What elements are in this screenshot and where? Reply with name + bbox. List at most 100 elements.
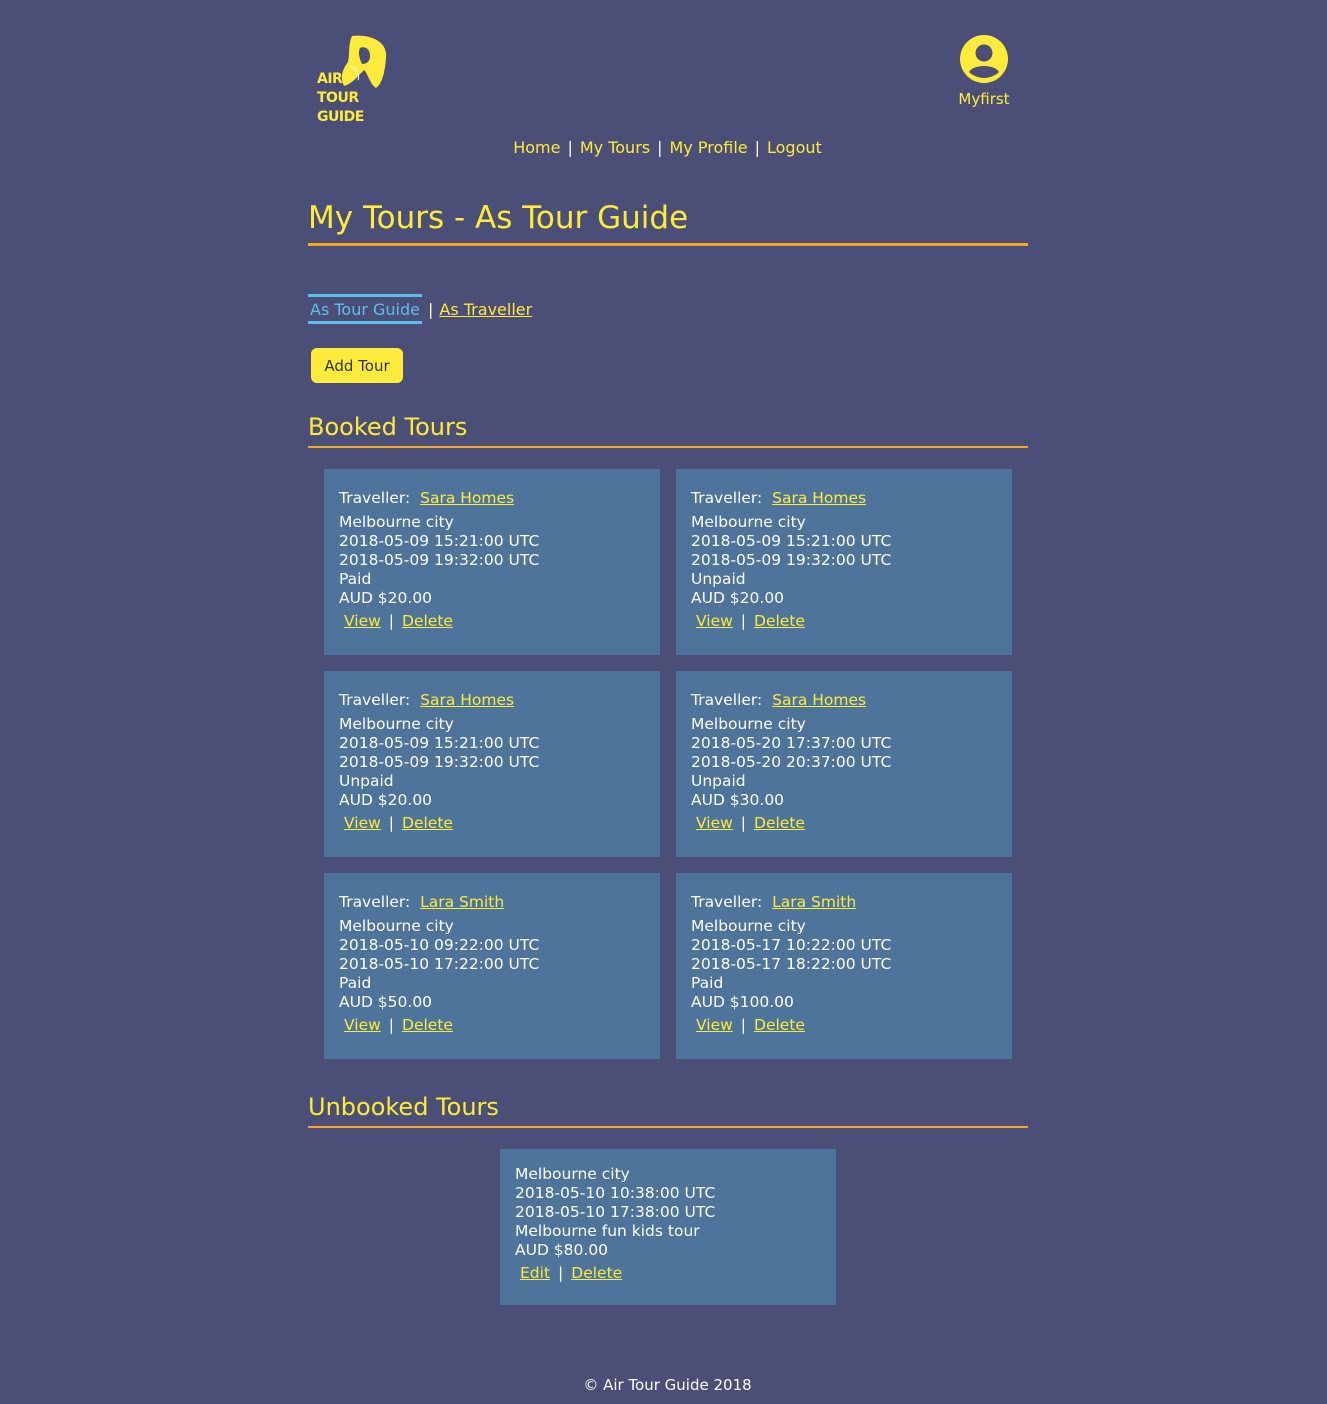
tour-end-time: 2018-05-10 17:38:00 UTC — [515, 1203, 716, 1221]
traveller-row: Traveller: Sara Homes — [691, 489, 997, 508]
tour-location: Melbourne city — [339, 917, 454, 935]
action-separator: | — [388, 612, 395, 630]
tour-end-time: 2018-05-09 19:32:00 UTC — [691, 551, 892, 569]
traveller-link[interactable]: Sara Homes — [772, 691, 866, 709]
delete-link[interactable]: Delete — [754, 1016, 805, 1034]
payment-status: Paid — [691, 974, 724, 992]
traveller-link[interactable]: Lara Smith — [772, 893, 856, 911]
tour-location: Melbourne city — [339, 715, 454, 733]
tour-location: Melbourne city — [691, 715, 806, 733]
main-nav: Home | My Tours | My Profile | Logout — [0, 138, 1327, 157]
tour-end-time: 2018-05-09 19:32:00 UTC — [339, 753, 540, 771]
traveller-row: Traveller: Lara Smith — [691, 893, 997, 912]
add-tour-button[interactable]: Add Tour — [311, 348, 403, 383]
booked-tour-card: Traveller: Sara Homes Melbourne city 2018-… — [324, 469, 660, 655]
traveller-row: Traveller: Lara Smith — [339, 893, 645, 912]
tour-end-time: 2018-05-09 19:32:00 UTC — [339, 551, 540, 569]
view-link[interactable]: View — [344, 1016, 381, 1034]
nav-separator: | — [567, 138, 573, 157]
tour-location: Melbourne city — [691, 513, 806, 531]
tour-price: AUD $20.00 — [691, 589, 785, 607]
payment-status: Unpaid — [339, 772, 394, 790]
booked-tour-card: Traveller: Lara Smith Melbourne city 2018-… — [324, 873, 660, 1059]
page-title: My Tours - As Tour Guide — [308, 198, 1028, 246]
tour-price: AUD $20.00 — [339, 791, 433, 809]
nav-home[interactable]: Home — [513, 138, 560, 157]
nav-separator: | — [754, 138, 760, 157]
view-link[interactable]: View — [696, 1016, 733, 1034]
user-name[interactable]: Myfirst — [952, 90, 1016, 108]
tour-end-time: 2018-05-17 18:22:00 UTC — [691, 955, 892, 973]
tour-start-time: 2018-05-09 15:21:00 UTC — [691, 532, 892, 550]
tour-actions: View | Delete — [691, 612, 997, 631]
edit-link[interactable]: Edit — [520, 1264, 550, 1282]
footer-copyright: © Air Tour Guide 2018 — [583, 1376, 752, 1394]
booked-tour-card: Traveller: Lara Smith Melbourne city 2018-… — [676, 873, 1012, 1059]
tour-actions: View | Delete — [339, 814, 645, 833]
tour-price: AUD $100.00 — [691, 993, 794, 1011]
view-link[interactable]: View — [696, 612, 733, 630]
booked-tour-card: Traveller: Sara Homes Melbourne city 2018-… — [324, 671, 660, 857]
tour-location: Melbourne city — [339, 513, 454, 531]
tour-price: AUD $80.00 — [515, 1241, 609, 1259]
nav-separator: | — [657, 138, 663, 157]
tour-start-time: 2018-05-17 10:22:00 UTC — [691, 936, 892, 954]
traveller-link[interactable]: Sara Homes — [772, 489, 866, 507]
tour-actions: View | Delete — [691, 1016, 997, 1035]
traveller-link[interactable]: Lara Smith — [420, 893, 504, 911]
traveller-label: Traveller: — [339, 489, 411, 507]
booked-tour-card: Traveller: Sara Homes Melbourne city 2018-… — [676, 469, 1012, 655]
delete-link[interactable]: Delete — [754, 814, 805, 832]
logo-text: AIR TOUR GUIDE — [317, 71, 364, 125]
tour-start-time: 2018-05-10 10:38:00 UTC — [515, 1184, 716, 1202]
delete-link[interactable]: Delete — [402, 612, 453, 630]
action-separator: | — [388, 1016, 395, 1034]
page: AIR TOUR GUIDE Myfirst Home | My Tours | My … — [0, 0, 1327, 1404]
delete-link[interactable]: Delete — [571, 1264, 622, 1282]
tour-actions: Edit | Delete — [515, 1264, 821, 1283]
action-separator: | — [740, 814, 747, 832]
traveller-label: Traveller: — [691, 691, 763, 709]
tour-start-time: 2018-05-09 15:21:00 UTC — [339, 532, 540, 550]
action-separator: | — [558, 1264, 564, 1282]
delete-link[interactable]: Delete — [754, 612, 805, 630]
tour-name: Melbourne fun kids tour — [515, 1222, 700, 1240]
action-separator: | — [740, 612, 747, 630]
traveller-label: Traveller: — [339, 691, 411, 709]
action-separator: | — [388, 814, 395, 832]
tour-actions: View | Delete — [339, 1016, 645, 1035]
tour-actions: View | Delete — [339, 612, 645, 631]
tour-end-time: 2018-05-10 17:22:00 UTC — [339, 955, 540, 973]
user-avatar-icon — [960, 35, 1008, 83]
tour-location: Melbourne city — [691, 917, 806, 935]
air-tour-guide-logo[interactable]: AIR TOUR GUIDE — [312, 34, 392, 126]
unbooked-tours-heading: Unbooked Tours — [308, 1090, 1028, 1128]
view-link[interactable]: View — [344, 814, 381, 832]
delete-link[interactable]: Delete — [402, 1016, 453, 1034]
delete-link[interactable]: Delete — [402, 814, 453, 832]
user-menu[interactable]: Myfirst — [952, 34, 1016, 108]
view-link[interactable]: View — [696, 814, 733, 832]
traveller-link[interactable]: Sara Homes — [420, 691, 514, 709]
payment-status: Paid — [339, 974, 372, 992]
nav-logout[interactable]: Logout — [767, 138, 822, 157]
nav-my-tours[interactable]: My Tours — [580, 138, 650, 157]
tour-price: AUD $20.00 — [339, 589, 433, 607]
action-separator: | — [740, 1016, 747, 1034]
tab-as-tour-guide[interactable]: As Tour Guide — [308, 294, 422, 324]
payment-status: Unpaid — [691, 772, 746, 790]
tour-actions: View | Delete — [691, 814, 997, 833]
traveller-link[interactable]: Sara Homes — [420, 489, 514, 507]
payment-status: Paid — [339, 570, 372, 588]
traveller-row: Traveller: Sara Homes — [691, 691, 997, 710]
tour-location: Melbourne city — [515, 1165, 630, 1183]
traveller-label: Traveller: — [691, 893, 763, 911]
tour-end-time: 2018-05-20 20:37:00 UTC — [691, 753, 892, 771]
tab-separator: | — [428, 300, 434, 319]
tour-start-time: 2018-05-09 15:21:00 UTC — [339, 734, 540, 752]
nav-my-profile[interactable]: My Profile — [670, 138, 748, 157]
view-link[interactable]: View — [344, 612, 381, 630]
booked-tour-card: Traveller: Sara Homes Melbourne city 2018-… — [676, 671, 1012, 857]
tab-as-traveller[interactable]: As Traveller — [439, 300, 532, 319]
tour-price: AUD $30.00 — [691, 791, 785, 809]
